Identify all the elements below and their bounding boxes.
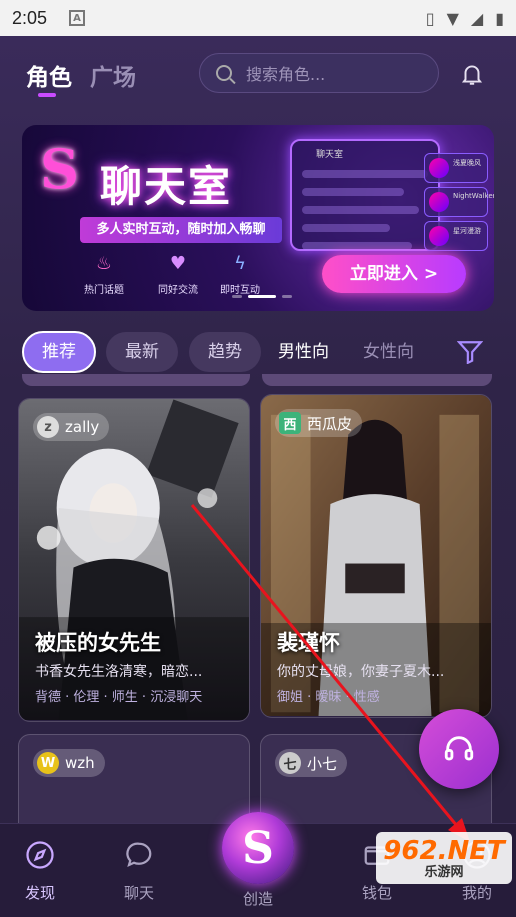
nav-label: 钱包 <box>361 884 392 902</box>
previous-card-peek <box>262 374 492 386</box>
chip-latest[interactable]: 最新 <box>106 332 178 372</box>
user-tile: 星河漫游 <box>424 221 488 251</box>
feature-community: ♥ 同好交流 <box>148 249 208 297</box>
mock-line <box>302 224 390 232</box>
character-tags: 背德 · 伦理 · 师生 · 沉浸聊天 <box>35 690 203 705</box>
watermark-sub: 乐游网 <box>424 864 464 880</box>
search-input[interactable]: 搜索角色... <box>199 53 439 93</box>
nav-label: 创造 <box>242 890 273 908</box>
feature-hot-topics: ♨ 热门话题 <box>74 249 134 297</box>
chatroom-banner[interactable]: S 聊天室 多人实时互动，随时加入畅聊 ♨ 热门话题 ♥ 同好交流 ϟ 即时互动… <box>22 125 494 311</box>
tab-male-oriented[interactable]: 男性向 <box>278 332 329 372</box>
site-watermark: 962.NET 乐游网 <box>376 832 512 884</box>
enter-now-button[interactable]: 立即进入 > <box>322 255 466 293</box>
brand-logo: S <box>40 137 79 201</box>
author-badge[interactable]: 七 小七 <box>275 749 348 777</box>
notification-icon: A <box>69 10 86 26</box>
carousel-dot-active <box>248 295 276 298</box>
feature-label: 同好交流 <box>158 285 198 296</box>
tab-active-indicator <box>38 93 56 97</box>
author-name: zally <box>65 418 100 436</box>
carousel-dot <box>282 295 292 298</box>
bell-icon[interactable] <box>459 61 485 87</box>
nav-label: 聊天 <box>123 884 154 902</box>
mock-line <box>302 188 405 196</box>
top-bar: 角色 广场 搜索角色... <box>0 36 516 110</box>
carousel-dots <box>232 295 292 298</box>
previous-card-peek <box>22 374 250 386</box>
customer-service-button[interactable] <box>419 709 499 789</box>
author-badge[interactable]: 西 西瓜皮 <box>275 409 363 437</box>
character-card[interactable]: 西 西瓜皮 裴瑾怀 你的丈母娘，你妻子夏木... 御姐 · 暧昧 · 性感 <box>260 394 492 718</box>
author-avatar: 西 <box>279 412 301 434</box>
online-users-illustration: 浅夏晚风 NightWalker 星河漫游 <box>424 153 494 253</box>
author-avatar: W <box>37 752 59 774</box>
character-desc: 你的丈母娘，你妻子夏木... <box>277 664 445 680</box>
vibrate-icon: ▯ <box>425 8 435 28</box>
banner-subtitle: 多人实时互动，随时加入畅聊 <box>80 217 282 243</box>
author-avatar: 七 <box>279 752 301 774</box>
tab-role[interactable]: 角色 <box>26 58 72 92</box>
feature-label: 即时互动 <box>220 285 260 296</box>
feature-realtime: ϟ 即时互动 <box>210 249 270 297</box>
character-name: 裴瑾怀 <box>277 631 340 655</box>
nav-discover[interactable]: 发现 <box>0 824 80 903</box>
compass-icon <box>26 841 54 869</box>
search-icon <box>216 65 232 81</box>
character-tags: 御姐 · 暧昧 · 性感 <box>277 690 380 705</box>
create-button[interactable]: S <box>222 812 294 884</box>
chip-recommended[interactable]: 推荐 <box>22 331 96 373</box>
user-tile: 浅夏晚风 <box>424 153 488 183</box>
author-name: wzh <box>65 754 95 772</box>
tab-female-oriented[interactable]: 女性向 <box>363 332 414 372</box>
status-icons: ▯ ▼ ◢ ▮ <box>426 9 504 28</box>
author-name: 小七 <box>307 754 338 773</box>
author-name: 西瓜皮 <box>307 414 353 433</box>
author-avatar: z <box>37 416 59 438</box>
lightning-icon: ϟ <box>234 252 246 274</box>
author-badge[interactable]: z zally <box>33 413 110 441</box>
filter-icon[interactable] <box>457 340 483 364</box>
signal-icon: ◢ <box>470 8 484 28</box>
tab-square[interactable]: 广场 <box>90 58 136 92</box>
character-name: 被压的女先生 <box>35 631 161 655</box>
flame-icon: ♨ <box>95 252 113 274</box>
mock-title: 聊天室 <box>316 150 344 160</box>
filter-bar: 推荐 最新 趋势 男性向 女性向 <box>0 331 516 374</box>
chat-bubble-icon <box>126 842 152 868</box>
nav-label: 发现 <box>24 884 55 902</box>
banner-title: 聊天室 <box>100 162 233 211</box>
mock-line <box>302 170 428 178</box>
nav-chat[interactable]: 聊天 <box>99 824 179 903</box>
search-placeholder: 搜索角色... <box>246 65 326 84</box>
user-tile: NightWalker <box>424 187 494 217</box>
mock-line <box>302 206 419 214</box>
headset-icon <box>444 736 474 761</box>
chat-window-illustration: 聊天室 <box>290 139 440 251</box>
character-card[interactable]: z zally 被压的女先生 书香女先生洛清寒，暗恋... 背德 · 伦理 · … <box>18 398 250 722</box>
battery-icon: ▮ <box>495 8 504 28</box>
feature-label: 热门话题 <box>84 285 124 296</box>
chip-trending[interactable]: 趋势 <box>189 332 261 372</box>
people-icon: ♥ <box>169 252 187 274</box>
watermark-main: 962.NET <box>383 835 505 866</box>
nav-label: 我的 <box>461 884 492 902</box>
app-screen: 角色 广场 搜索角色... S 聊天室 多人实时互动，随时加入畅聊 ♨ 热门话题… <box>0 36 516 917</box>
carousel-dot <box>232 295 242 298</box>
mock-line <box>302 242 412 250</box>
status-bar: 2:05 A ▯ ▼ ◢ ▮ <box>0 0 516 36</box>
character-desc: 书香女先生洛清寒，暗恋... <box>35 664 203 680</box>
status-time: 2:05 <box>12 7 48 28</box>
wifi-icon: ▼ <box>446 8 459 28</box>
author-badge[interactable]: W wzh <box>33 749 105 777</box>
